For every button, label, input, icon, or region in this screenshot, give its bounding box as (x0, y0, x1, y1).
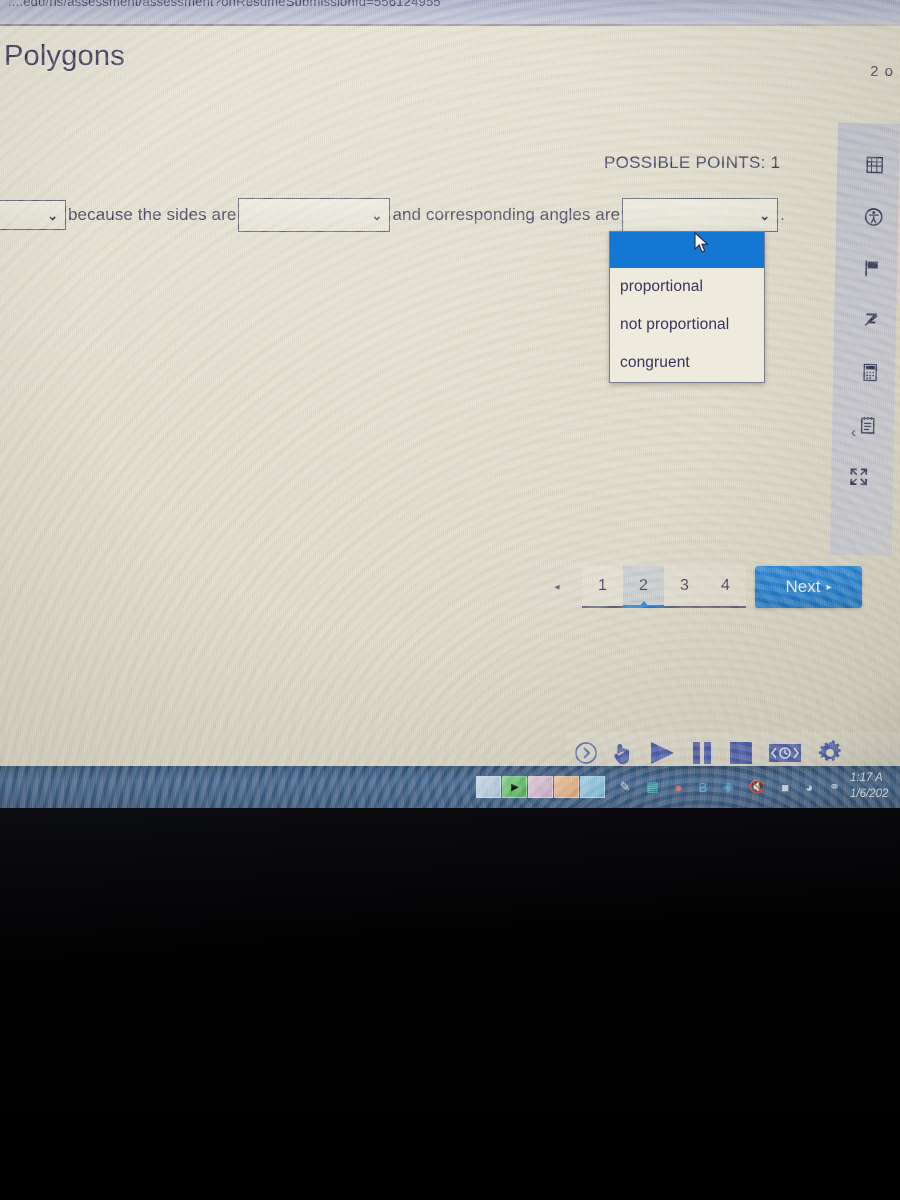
stop-icon[interactable] (728, 740, 754, 766)
photo-app-icon[interactable] (476, 776, 502, 798)
dropbox-icon[interactable]: ◈ (723, 779, 733, 795)
windows-taskbar: ▶ ✎ ▤ ● B ◈ 🔇 ■ ◕ ⚭ 1:17 A 1/6/202 (0, 766, 900, 808)
prev-page-button[interactable]: ◂ (532, 566, 582, 608)
page-number-3[interactable]: 3 (664, 566, 705, 606)
question-text-1: because the sides are (68, 205, 237, 224)
dropdown-sides[interactable]: ⌄ (238, 198, 391, 232)
taskbar-clock[interactable]: 1:17 A 1/6/202 (850, 771, 896, 802)
flag-icon[interactable] (857, 253, 888, 284)
url-text: ....edu/hs/assessment/assessment?onResum… (8, 0, 441, 9)
question-text-2: and corresponding angles are (392, 205, 621, 224)
black-letterbox-area (0, 808, 900, 1200)
black-sheen (0, 808, 900, 1200)
defender-icon[interactable]: ● (675, 780, 683, 795)
rail-collapse-chevron-icon[interactable]: ‹ (851, 424, 856, 441)
network-icon[interactable]: ⚭ (829, 779, 840, 795)
dropdown-option-blank[interactable] (610, 232, 764, 268)
dropdown-option-congruent[interactable]: congruent (610, 344, 764, 382)
bluetooth-icon[interactable]: B (699, 780, 708, 795)
question-period: . (780, 205, 785, 224)
progress-counter: 2 o (870, 63, 894, 80)
next-button-label: Next (785, 577, 821, 596)
taskbar-app-buttons: ▶ (476, 776, 606, 798)
browser-icon[interactable] (580, 776, 606, 798)
pagination: ◂ 1 2 3 4 Next ▸ (532, 566, 862, 608)
page-number-4[interactable]: 4 (705, 566, 746, 606)
page-number-list: 1 2 3 4 (582, 566, 746, 608)
rewind-icon[interactable] (768, 741, 802, 765)
question-sentence: ⌄ because the sides are ⌄ and correspond… (0, 198, 787, 232)
play-icon[interactable] (648, 740, 676, 766)
notepad-icon[interactable] (852, 409, 883, 440)
page-number-2[interactable]: 2 (623, 566, 664, 608)
clock-date: 1/6/202 (850, 788, 889, 800)
possible-points-label: POSSIBLE POINTS: 1 (604, 153, 781, 172)
dropdown-similarity[interactable]: ⌄ (0, 200, 66, 230)
system-tray: ✎ ▤ ● B ◈ 🔇 ■ ◕ ⚭ (619, 779, 840, 795)
pen-icon[interactable]: ✎ (619, 779, 630, 795)
battery-icon[interactable]: ■ (781, 780, 789, 795)
chevron-down-icon: ⌄ (371, 207, 383, 223)
fullscreen-expand-icon[interactable] (843, 461, 874, 492)
calculator-icon[interactable] (855, 357, 886, 388)
chevron-down-icon: ⌄ (47, 207, 58, 223)
dropdown-options-panel[interactable]: proportional not proportional congruent (609, 231, 765, 383)
store-icon[interactable] (528, 776, 554, 798)
screen-photo: ....edu/hs/assessment/assessment?onResum… (0, 0, 900, 808)
pause-icon[interactable] (690, 740, 714, 766)
volume-muted-icon[interactable]: 🔇 (749, 779, 765, 795)
dropdown-option-proportional[interactable]: proportional (610, 268, 764, 306)
settings-gear-icon[interactable] (816, 739, 844, 767)
page-title: Polygons (4, 40, 125, 72)
clock-time: 1:17 A (850, 772, 883, 785)
browser-url-bar[interactable]: ....edu/hs/assessment/assessment?onResum… (0, 0, 900, 24)
hand-pointer-icon[interactable] (612, 740, 634, 766)
chevron-down-icon: ⌄ (759, 207, 771, 223)
expand-circle-icon[interactable] (574, 741, 598, 765)
accessibility-icon[interactable] (858, 201, 889, 232)
annotate-pencil-icon[interactable] (856, 305, 887, 336)
dropdown-angles[interactable]: ⌄ (622, 198, 779, 232)
wifi-icon[interactable]: ◕ (805, 780, 813, 795)
tool-rail (829, 122, 900, 556)
dropdown-option-not-proportional[interactable]: not proportional (610, 306, 764, 344)
paint-icon[interactable] (554, 776, 580, 798)
media-player-icon[interactable]: ▶ (502, 776, 528, 798)
next-arrow-icon: ▸ (826, 581, 832, 593)
monitor-icon[interactable]: ▤ (646, 779, 658, 795)
calculator-grid-icon[interactable] (859, 149, 890, 180)
next-button[interactable]: Next ▸ (755, 566, 862, 608)
page-number-1[interactable]: 1 (582, 566, 623, 606)
assessment-page: Polygons 2 o POSSIBLE POINTS: 1 ⌄ becaus… (0, 26, 900, 774)
